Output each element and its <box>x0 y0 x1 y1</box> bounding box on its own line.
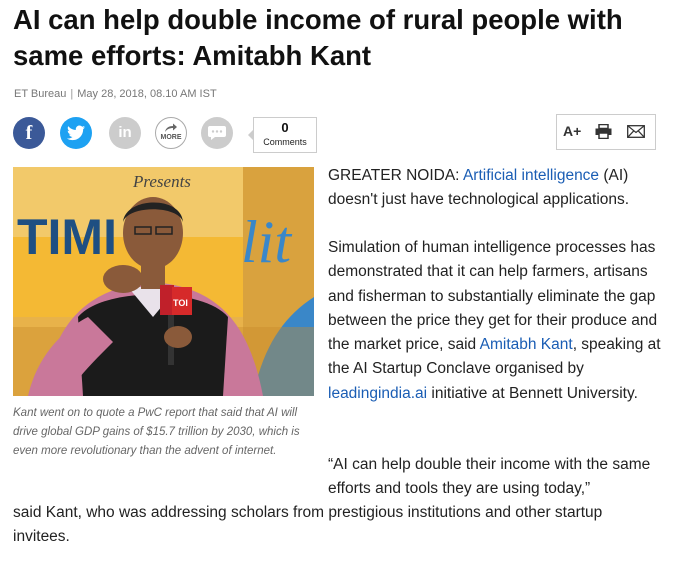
comments-count: 0 <box>281 120 289 135</box>
paragraph-3: “AI can help double their income with th… <box>328 456 651 498</box>
link-artificial-intelligence[interactable]: Artificial intelligence <box>463 167 599 184</box>
facebook-share-button[interactable]: f <box>13 117 45 149</box>
byline: ET Bureau | May 28, 2018, 08.10 AM IST <box>14 88 217 100</box>
link-leadingindia[interactable]: leadingindia.ai <box>328 385 427 402</box>
comments-label: Comments <box>263 137 307 147</box>
byline-separator: | <box>70 88 74 100</box>
printer-icon <box>595 123 612 140</box>
email-button[interactable] <box>627 125 645 143</box>
twitter-share-button[interactable] <box>60 117 92 149</box>
more-share-button[interactable]: MORE <box>155 117 187 149</box>
article-headline: AI can help double income of rural peopl… <box>13 4 623 71</box>
paragraph-2-text-c: initiative at Bennett University. <box>427 384 638 402</box>
comments-count-box[interactable]: 0 Comments <box>248 117 317 153</box>
link-amitabh-kant[interactable]: Amitabh Kant <box>480 336 573 353</box>
facebook-icon: f <box>25 122 33 144</box>
article-photo: Presents TIMI lit TOI <box>13 167 314 396</box>
byline-date: May 28, 2018, 08.10 AM IST <box>77 88 217 100</box>
photo-presents-text: Presents <box>132 172 191 191</box>
photo-mic-text: TOI <box>173 298 188 308</box>
linkedin-share-button[interactable]: in <box>109 117 141 149</box>
photo-script-text: lit <box>241 209 292 275</box>
more-label: MORE <box>160 134 182 141</box>
photo-caption: Kant went on to quote a PwC report that … <box>13 407 300 457</box>
paragraph-2: Simulation of human intelligence process… <box>328 236 664 406</box>
byline-source: ET Bureau <box>14 88 67 100</box>
paragraph-4: said Kant, who was addressing scholars f… <box>13 504 603 546</box>
dateline: GREATER NOIDA: <box>328 167 463 184</box>
envelope-icon <box>627 125 645 138</box>
comment-bubble-icon <box>208 126 226 140</box>
photo-banner-text: TIMI <box>17 209 117 265</box>
paragraph-1: GREATER NOIDA: Artificial intelligence (… <box>328 164 664 213</box>
print-button[interactable] <box>595 123 612 144</box>
article-tools: A+ <box>556 114 656 150</box>
font-size-button[interactable]: A+ <box>563 123 581 139</box>
twitter-icon <box>67 125 85 141</box>
linkedin-icon: in <box>118 124 132 141</box>
comment-button[interactable] <box>201 117 233 149</box>
share-arrow-icon <box>165 123 177 132</box>
